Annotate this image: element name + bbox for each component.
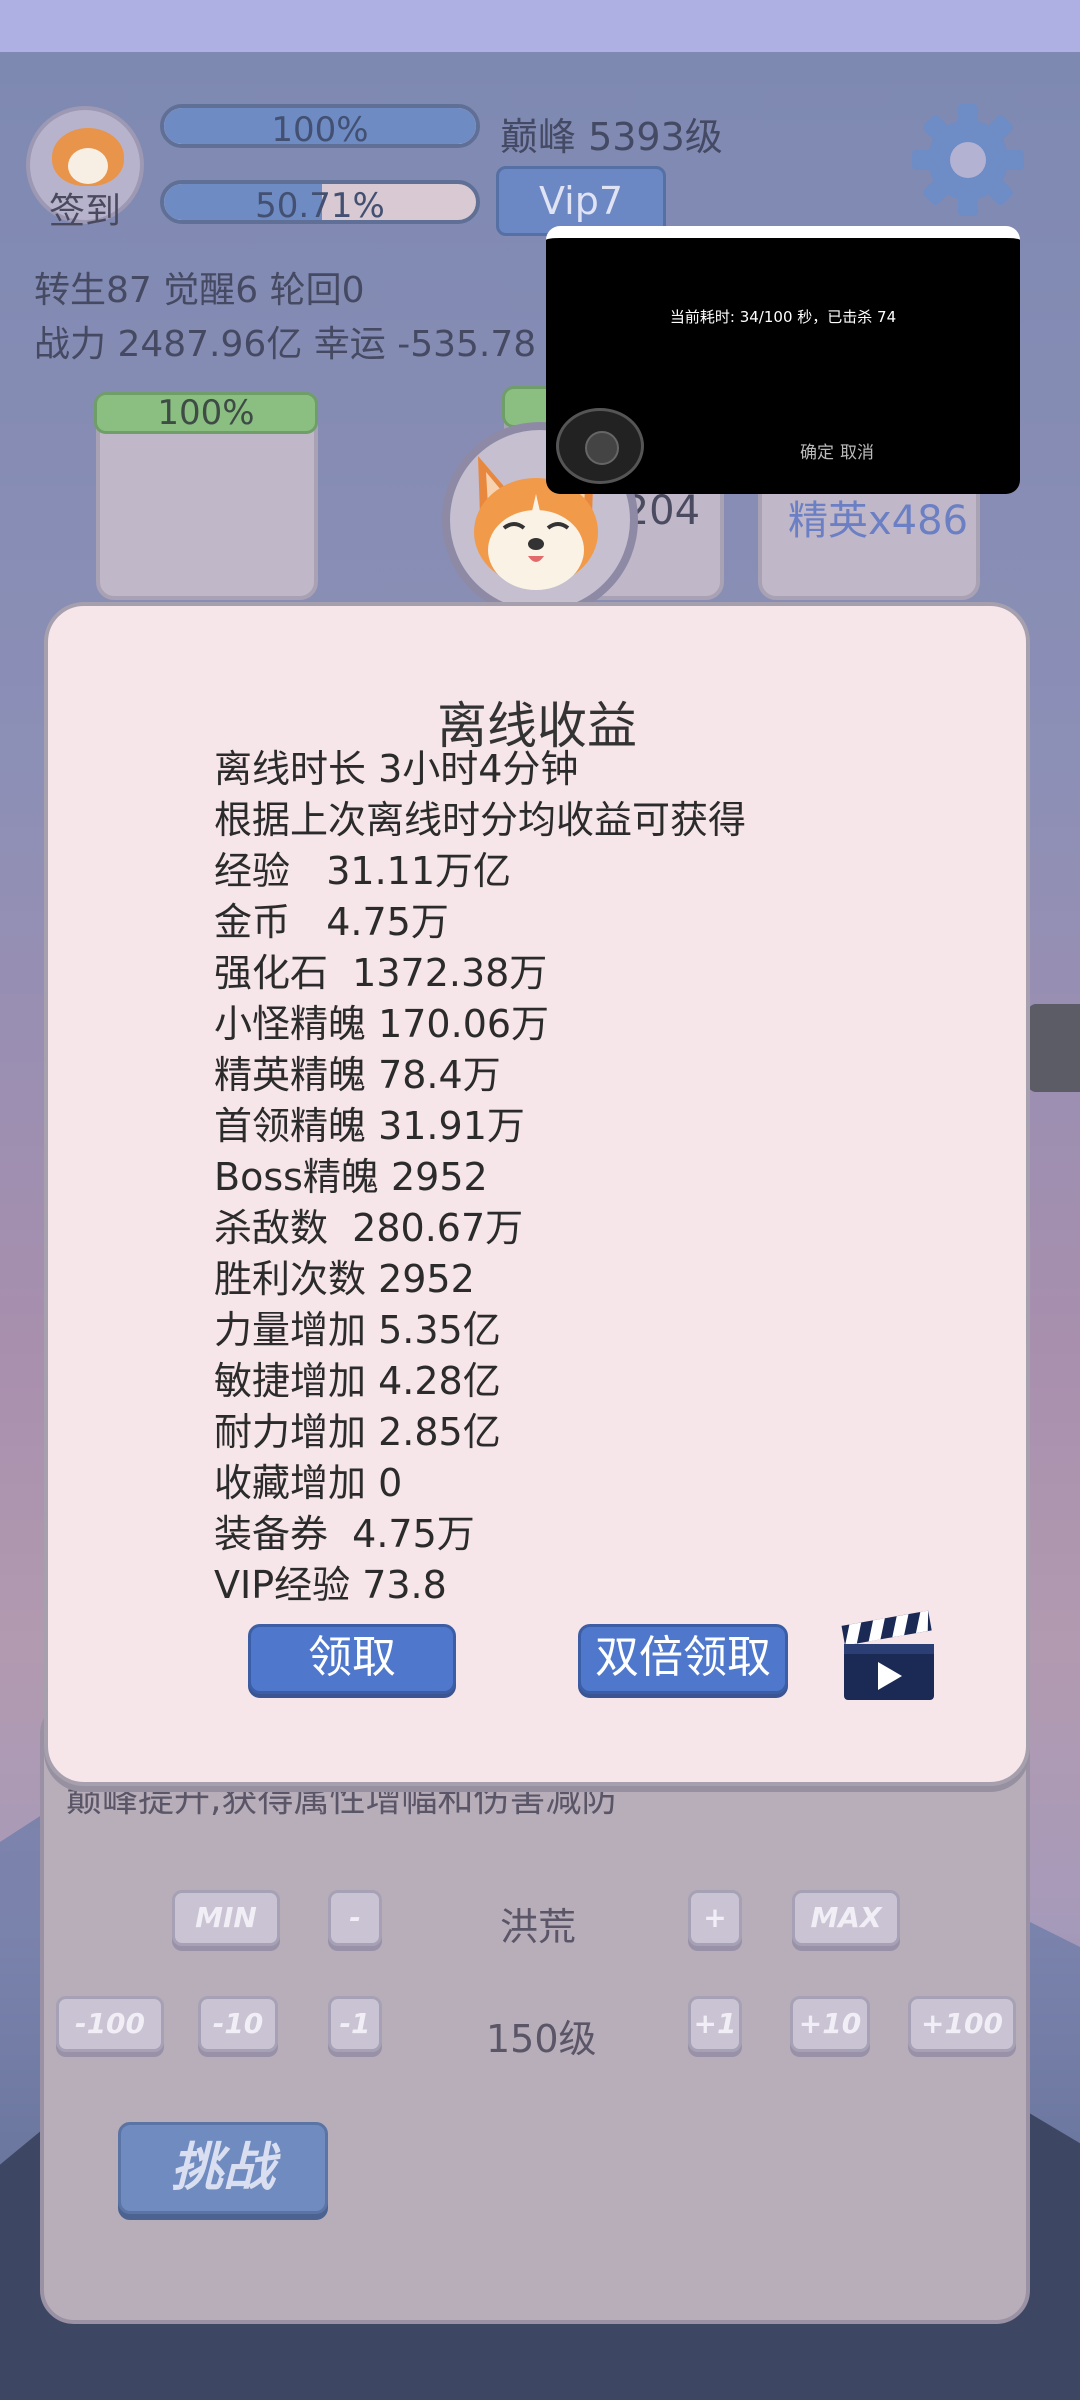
earnings-row: 根据上次离线时分均收益可获得 — [214, 798, 747, 842]
clapperboard-play-icon[interactable] — [838, 1606, 938, 1706]
earnings-row: 离线时长 3小时4分钟 — [214, 747, 579, 791]
hp-bar-label: 100% — [271, 110, 369, 148]
hp-bar: 100% — [160, 104, 480, 148]
earnings-row: 精英精魄 78.4万 — [214, 1053, 501, 1097]
plus-1-button[interactable]: +1 — [688, 1996, 742, 2052]
plus-button[interactable]: + — [688, 1890, 742, 1946]
earnings-row: Boss精魄 2952 — [214, 1155, 488, 1199]
level-label: 150级 — [486, 2017, 597, 2061]
gear-icon[interactable] — [908, 100, 1028, 220]
earnings-row: 胜利次数 2952 — [214, 1257, 475, 1301]
earnings-row: 强化石 1372.38万 — [214, 951, 548, 995]
earnings-row: 经验 31.11万亿 — [214, 849, 512, 893]
video-confirm-button[interactable]: 确定 — [800, 443, 834, 463]
stats-line-1: 转生87 觉醒6 轮回0 — [34, 270, 365, 311]
earnings-row: 首领精魄 31.91万 — [214, 1104, 525, 1148]
earnings-row: 杀敌数 280.67万 — [214, 1206, 524, 1250]
exp-bar-label: 50.71% — [255, 186, 385, 224]
offline-earnings-dialog: 离线收益 离线时长 3小时4分钟 根据上次离线时分均收益可获得 经验 31.11… — [44, 602, 1030, 1786]
claim-button[interactable]: 领取 — [248, 1624, 456, 1694]
player-stats: 转生87 觉醒6 轮回0 战力 2487.96亿 幸运 -535.78 — [34, 264, 536, 372]
minus-button[interactable]: - — [328, 1890, 382, 1946]
monster-slot-left-bar: 100% — [94, 392, 318, 434]
minus-100-button[interactable]: -100 — [56, 1996, 164, 2052]
earnings-row: 小怪精魄 170.06万 — [214, 1002, 550, 1046]
plus-100-button[interactable]: +100 — [908, 1996, 1016, 2052]
video-overlay: 当前耗时: 34/100 秒，已击杀 74 确定 取消 — [546, 226, 1020, 494]
earnings-list: 离线时长 3小时4分钟 根据上次离线时分均收益可获得 经验 31.11万亿 金币… — [214, 744, 746, 1611]
earnings-row: VIP经验 73.8 — [214, 1563, 447, 1607]
minus-1-button[interactable]: -1 — [328, 1996, 382, 2052]
earnings-row: 装备券 4.75万 — [214, 1512, 475, 1556]
minus-10-button[interactable]: -10 — [198, 1996, 278, 2052]
earnings-row: 金币 4.75万 — [214, 900, 449, 944]
video-cancel-button[interactable]: 取消 — [840, 443, 874, 463]
exp-bar: 50.71% — [160, 180, 480, 224]
plus-10-button[interactable]: +10 — [790, 1996, 870, 2052]
earnings-row: 力量增加 5.35亿 — [214, 1308, 501, 1352]
earnings-row: 敏捷增加 4.28亿 — [214, 1359, 501, 1403]
difficulty-name: 洪荒 — [500, 1905, 577, 1949]
monster-slot-right-text: 精英x486 — [788, 498, 969, 544]
side-tab-button[interactable] — [1028, 1004, 1080, 1092]
double-claim-button[interactable]: 双倍领取 — [578, 1624, 788, 1694]
signin-label[interactable]: 签到 — [30, 182, 140, 234]
video-timer-text: 当前耗时: 34/100 秒，已击杀 74 — [669, 308, 897, 326]
challenge-button[interactable]: 挑战 — [118, 2122, 328, 2214]
stats-line-2: 战力 2487.96亿 幸运 -535.78 — [34, 324, 537, 365]
peak-level: 巅峰 5393级 — [500, 115, 723, 159]
video-buttons: 确定 取消 — [800, 438, 880, 463]
earnings-row: 收藏增加 0 — [214, 1461, 403, 1505]
earnings-row: 耐力增加 2.85亿 — [214, 1410, 501, 1454]
status-bar — [0, 0, 1080, 52]
max-button[interactable]: MAX — [792, 1890, 900, 1946]
min-button[interactable]: MIN — [172, 1890, 280, 1946]
joystick-icon[interactable] — [556, 408, 644, 484]
